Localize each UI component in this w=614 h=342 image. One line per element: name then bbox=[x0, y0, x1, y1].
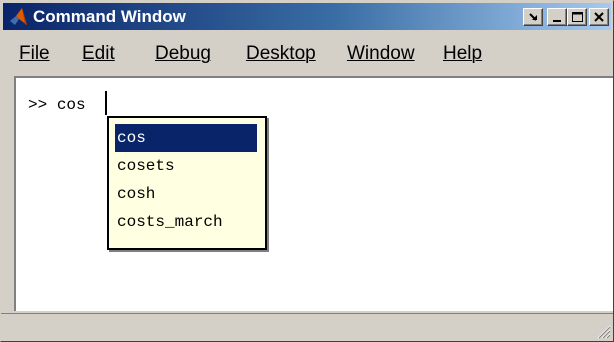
maximize-button[interactable] bbox=[567, 8, 587, 26]
menu-desktop[interactable]: Desktop bbox=[246, 43, 316, 65]
minimize-button[interactable] bbox=[547, 8, 567, 26]
menu-help[interactable]: Help bbox=[443, 43, 482, 65]
autocomplete-option-cosh[interactable]: cosh bbox=[115, 180, 257, 208]
minimize-icon bbox=[553, 20, 561, 22]
undock-button[interactable] bbox=[523, 8, 543, 26]
window-title: Command Window bbox=[33, 7, 186, 26]
undock-arrow-icon bbox=[529, 13, 537, 21]
menu-file[interactable]: File bbox=[19, 43, 50, 65]
text-cursor bbox=[105, 91, 107, 115]
status-bar bbox=[1, 313, 613, 341]
menu-bar: File Edit Debug Desktop Window Help bbox=[3, 32, 611, 74]
close-icon bbox=[594, 12, 604, 22]
menu-debug[interactable]: Debug bbox=[155, 43, 211, 65]
command-window: Command Window File Edit Debug Desktop W… bbox=[0, 0, 614, 342]
maximize-icon bbox=[572, 12, 583, 22]
autocomplete-option-cos[interactable]: cos bbox=[115, 124, 257, 152]
autocomplete-popup: cos cosets cosh costs_march bbox=[107, 116, 267, 250]
command-prompt: >> bbox=[28, 96, 48, 114]
close-button[interactable] bbox=[589, 8, 609, 26]
command-line[interactable]: >> cos bbox=[28, 95, 86, 115]
resize-grip-icon[interactable] bbox=[595, 323, 611, 339]
command-input-area[interactable]: >> cos cos cosets cosh costs_march bbox=[14, 76, 613, 311]
command-input-text[interactable]: cos bbox=[57, 96, 86, 114]
menu-window[interactable]: Window bbox=[347, 43, 415, 65]
autocomplete-option-cosets[interactable]: cosets bbox=[115, 152, 257, 180]
title-bar[interactable]: Command Window bbox=[3, 3, 611, 30]
autocomplete-option-costs-march[interactable]: costs_march bbox=[115, 208, 257, 236]
menu-edit[interactable]: Edit bbox=[82, 43, 115, 65]
matlab-logo-icon bbox=[10, 8, 27, 25]
